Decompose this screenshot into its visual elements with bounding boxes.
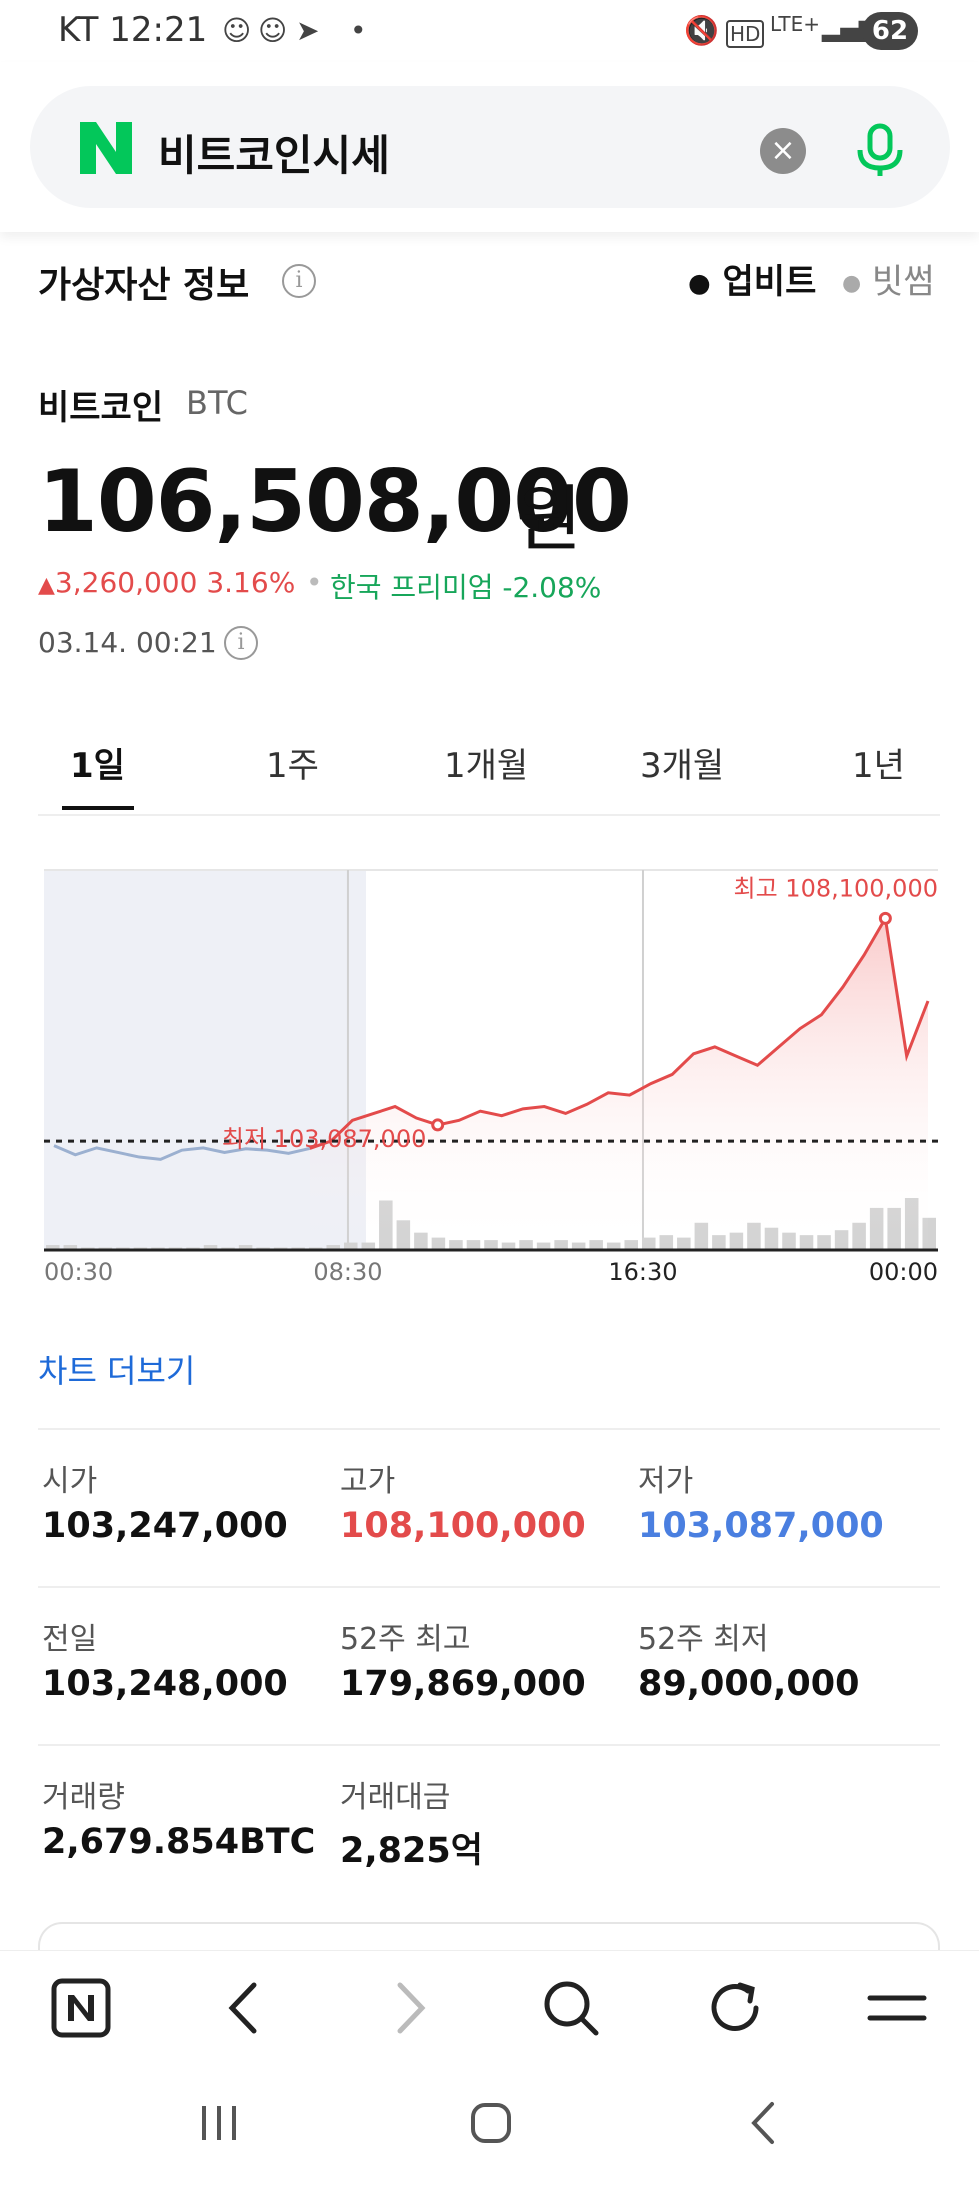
up-arrow-icon: ▲ (38, 573, 55, 598)
tab-1month[interactable]: 1개월 (444, 738, 528, 787)
tab-1week[interactable]: 1주 (266, 738, 319, 787)
high-marker (878, 911, 892, 925)
telegram-icon: ➤ (296, 14, 320, 47)
stat-value-open: 103,247,000 (42, 1506, 288, 1546)
more-notifications-icon: • (350, 14, 367, 47)
high-label: 최고 108,100,000 (734, 874, 938, 902)
bullet-icon: ● (688, 268, 711, 299)
stat-value-low: 103,087,000 (638, 1506, 884, 1546)
timestamp: 03.14. 00:21 (38, 626, 217, 659)
exchange-tab-upbit[interactable]: ● 업비트 (688, 254, 816, 303)
notification-icon: ☺ (258, 14, 288, 47)
stat-label-prev-close: 전일 (42, 1622, 98, 1657)
stat-label-turnover: 거래대금 (340, 1780, 451, 1815)
x-tick-label: 08:30 (313, 1258, 382, 1286)
mute-icon: 🔇 (684, 14, 719, 47)
stat-label-high: 고가 (340, 1464, 396, 1499)
naver-logo-icon[interactable] (76, 118, 136, 178)
network-type-icon: LTE+ (770, 12, 820, 36)
forward-icon[interactable] (374, 1973, 444, 2043)
info-icon[interactable]: i (282, 264, 316, 298)
battery-icon: 62 (862, 12, 918, 50)
stat-label-open: 시가 (42, 1464, 98, 1499)
clear-search-button[interactable]: × (760, 128, 806, 174)
stat-label-52w-high: 52주 최고 (340, 1622, 471, 1657)
chart-area-fill (309, 918, 928, 1250)
divider (38, 1586, 940, 1588)
divider (38, 1744, 940, 1746)
section-title: 가상자산 정보 (38, 265, 250, 306)
stat-value-prev-close: 103,248,000 (42, 1664, 288, 1704)
currency-unit: 원 (516, 477, 583, 561)
coin-name: 비트코인 (38, 388, 164, 428)
system-back-icon[interactable] (730, 2088, 800, 2158)
tab-1day[interactable]: 1일 (70, 738, 125, 787)
separator-dot: • (306, 566, 323, 599)
stat-value-52w-high: 179,869,000 (340, 1664, 586, 1704)
chart-more-link[interactable]: 차트 더보기 (38, 1346, 195, 1392)
search-input[interactable]: 비트코인시세 (158, 122, 390, 183)
stat-label-52w-low: 52주 최저 (638, 1622, 769, 1657)
x-tick-label: 16:30 (608, 1258, 677, 1286)
price-change: ▲3,260,000 3.16% (38, 566, 296, 599)
search-box[interactable]: 비트코인시세 × (30, 86, 950, 208)
naver-home-icon[interactable] (46, 1973, 116, 2043)
microphone-icon[interactable] (850, 120, 910, 180)
bullet-icon: ● (842, 271, 862, 296)
info-icon[interactable]: i (224, 626, 258, 660)
stat-label-low: 저가 (638, 1464, 694, 1499)
low-label: 최저 103,087,000 (222, 1125, 426, 1153)
x-tick-label: 00:00 (869, 1258, 938, 1286)
low-marker (431, 1118, 445, 1132)
exchange-tab-bithumb[interactable]: ● 빗썸 (842, 254, 935, 303)
notification-icon: ☺ (222, 14, 252, 47)
tab-3month[interactable]: 3개월 (640, 738, 724, 787)
search-icon[interactable] (536, 1973, 606, 2043)
stat-value-high: 108,100,000 (340, 1506, 586, 1546)
stat-value-turnover: 2,825억 (340, 1831, 483, 1871)
stat-value-52w-low: 89,000,000 (638, 1664, 860, 1704)
tab-divider (38, 814, 940, 816)
back-icon[interactable] (210, 1973, 280, 2043)
browser-toolbar (0, 1950, 979, 2062)
status-bar: KT 12:21 ☺ ☺ ➤ • 🔇 HD LTE+ ▂▄▆ 62 (0, 0, 979, 62)
menu-icon[interactable] (862, 1973, 932, 2043)
stat-label-volume: 거래량 (42, 1780, 125, 1815)
recent-apps-icon[interactable] (184, 2088, 254, 2158)
carrier-label: KT 12:21 (58, 10, 208, 50)
stat-value-volume: 2,679.854BTC (42, 1822, 316, 1862)
korea-premium: 한국 프리미엄 -2.08% (330, 571, 602, 604)
divider (38, 1428, 940, 1430)
coin-symbol: BTC (186, 384, 248, 422)
home-icon[interactable] (456, 2088, 526, 2158)
search-header: 비트코인시세 × (0, 62, 979, 232)
price-chart[interactable]: 최고 108,100,000 최저 103,087,000 00:30 08:30 16… (38, 860, 950, 1300)
x-tick-label: 00:30 (44, 1258, 113, 1286)
refresh-icon[interactable] (700, 1973, 770, 2043)
tab-1year[interactable]: 1년 (852, 738, 905, 787)
active-tab-indicator (62, 806, 134, 810)
system-navigation-bar (0, 2062, 979, 2185)
hd-icon: HD (726, 20, 765, 48)
